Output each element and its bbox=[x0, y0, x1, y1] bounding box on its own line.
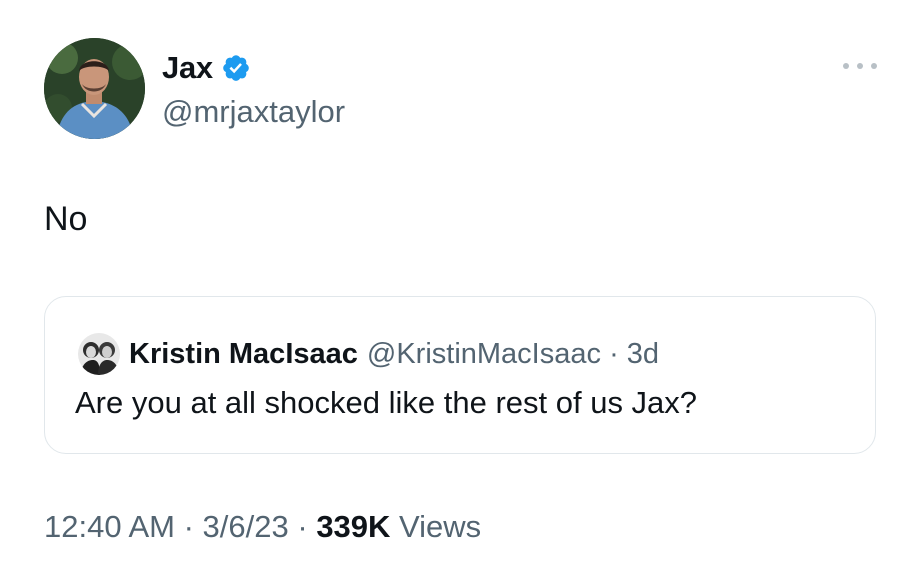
author-name-row[interactable]: Jax bbox=[162, 50, 251, 86]
author-avatar-image bbox=[44, 38, 145, 139]
verified-badge-icon[interactable] bbox=[221, 53, 251, 83]
more-dot bbox=[857, 63, 863, 69]
quoted-author-name[interactable]: Kristin MacIsaac bbox=[129, 338, 358, 371]
quoted-tweet[interactable]: Kristin MacIsaac @KristinMacIsaac · 3d A… bbox=[44, 296, 876, 454]
more-dot bbox=[871, 63, 877, 69]
tweet-text: No bbox=[44, 200, 88, 238]
tweet-time[interactable]: 12:40 AM bbox=[44, 509, 175, 544]
quoted-author-handle[interactable]: @KristinMacIsaac bbox=[367, 338, 601, 370]
more-horizontal-icon[interactable] bbox=[843, 56, 877, 76]
quoted-author-avatar-image bbox=[78, 333, 120, 375]
footer-separator: · bbox=[288, 509, 317, 544]
author-handle[interactable]: @mrjaxtaylor bbox=[162, 94, 345, 130]
views-label[interactable]: Views bbox=[399, 509, 481, 544]
quoted-tweet-age[interactable]: 3d bbox=[627, 338, 659, 370]
meta-separator: · bbox=[601, 337, 627, 370]
author-name[interactable]: Jax bbox=[162, 50, 213, 86]
quoted-author-meta: @KristinMacIsaac · 3d bbox=[367, 338, 659, 371]
quoted-author-avatar[interactable] bbox=[78, 333, 120, 375]
tweet-date[interactable]: 3/6/23 bbox=[203, 509, 289, 544]
author-avatar[interactable] bbox=[44, 38, 145, 139]
footer-separator: · bbox=[174, 509, 203, 544]
quoted-tweet-text: Are you at all shocked like the rest of … bbox=[75, 385, 698, 420]
tweet-card: Jax @mrjaxtaylor No Kristin MacIsaac @Kr… bbox=[0, 0, 900, 570]
tweet-footer: 12:40 AM · 3/6/23 · 339K Views bbox=[44, 509, 481, 545]
more-dot bbox=[843, 63, 849, 69]
quoted-tweet-header: Kristin MacIsaac @KristinMacIsaac · 3d bbox=[78, 333, 659, 375]
views-count[interactable]: 339K bbox=[316, 509, 390, 544]
